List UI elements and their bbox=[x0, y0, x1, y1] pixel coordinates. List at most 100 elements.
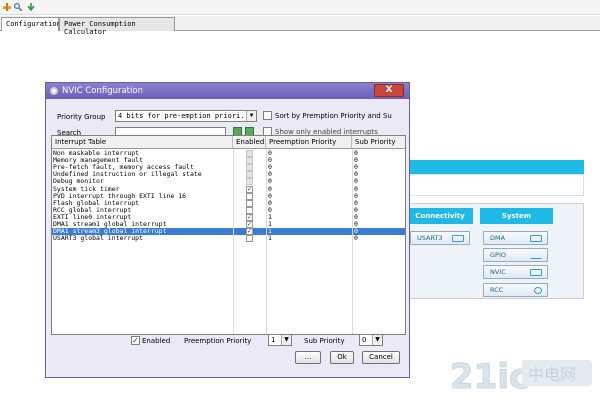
usart3-icon bbox=[452, 235, 464, 242]
interrupt-name: Non maskable interrupt bbox=[53, 150, 140, 157]
interrupt-name: Debug monitor bbox=[53, 178, 104, 186]
preemption-priority-value: 0 bbox=[268, 185, 272, 193]
watermark-logo: 21ic 中电网 bbox=[448, 352, 596, 398]
enabled-checkbox[interactable] bbox=[246, 235, 253, 243]
interrupt-name: Memory management fault bbox=[53, 157, 144, 165]
gpio-label: GPIO bbox=[490, 251, 506, 259]
column-divider bbox=[233, 149, 234, 334]
column-header-interrupt[interactable]: Interrupt Table bbox=[52, 136, 233, 149]
preemption-priority-value: 0 bbox=[268, 192, 272, 200]
sub-priority-value: 0 bbox=[354, 164, 358, 172]
sub-priority-value: 0 bbox=[354, 213, 358, 221]
preemption-priority-label: Preemption Priority bbox=[184, 337, 252, 345]
download-icon[interactable] bbox=[27, 3, 35, 12]
priority-group-select[interactable]: 4 bits for pre-emption priori... ▼ bbox=[115, 110, 257, 122]
sub-priority-value: 0 bbox=[354, 185, 358, 193]
search-icon[interactable] bbox=[13, 2, 23, 12]
chevron-down-icon: ▼ bbox=[246, 111, 256, 121]
enabled-checkbox[interactable]: ✓ bbox=[246, 228, 253, 236]
sub-priority-value: 0 bbox=[354, 150, 358, 157]
preemption-priority-value: 1 bbox=[268, 235, 272, 243]
interrupt-name: PVD interrupt through EXTI line 16 bbox=[53, 192, 187, 200]
cancel-button[interactable]: Cancel bbox=[362, 351, 400, 364]
sub-priority-value: 0 bbox=[354, 178, 358, 186]
chevron-down-icon: ▼ bbox=[281, 335, 291, 345]
sub-priority-value: 0 bbox=[354, 192, 358, 200]
priority-group-label: Priority Group bbox=[57, 113, 106, 121]
preemption-priority-value: 0 bbox=[268, 206, 272, 214]
nvic-label: NVIC bbox=[490, 268, 506, 276]
interrupt-name: DMA1 stream1 global interrupt bbox=[53, 221, 167, 228]
category-strip bbox=[402, 174, 584, 196]
interrupt-name: USART3 global interrupt bbox=[53, 235, 144, 243]
sort-checkbox[interactable] bbox=[263, 111, 272, 120]
column-header-sub-priority[interactable]: Sub Priority bbox=[352, 136, 405, 149]
svg-text:21ic: 21ic bbox=[450, 357, 529, 397]
gpio-button[interactable]: GPIO bbox=[483, 248, 548, 262]
tab-power-consumption[interactable]: Power Consumption Calculator bbox=[59, 17, 175, 36]
preemption-priority-value: 0 bbox=[268, 164, 272, 172]
tab-bar: Configuration Power Consumption Calculat… bbox=[0, 16, 600, 36]
nvic-icon bbox=[530, 269, 542, 276]
sub-priority-value: 0 bbox=[354, 221, 358, 228]
enabled-label: Enabled bbox=[142, 337, 171, 345]
enabled-checkbox[interactable]: ✓ bbox=[246, 185, 253, 193]
sub-priority-label: Sub Priority bbox=[304, 337, 345, 345]
tool-icon[interactable] bbox=[3, 3, 11, 11]
chevron-down-icon: ▼ bbox=[372, 335, 382, 345]
gpio-icon bbox=[530, 252, 542, 259]
sub-priority-value: 0 bbox=[354, 228, 358, 236]
enabled-checkbox bbox=[246, 164, 253, 172]
preemption-priority-value: 0 bbox=[268, 178, 272, 186]
interrupt-name: Undefined instruction or illegal state bbox=[53, 171, 202, 179]
enabled-checkbox bbox=[246, 171, 253, 179]
ok-button[interactable]: Ok bbox=[330, 351, 354, 364]
close-button[interactable]: X bbox=[374, 84, 404, 97]
tab-configuration[interactable]: Configuration bbox=[1, 17, 61, 31]
priority-group-value: 4 bits for pre-emption priori... bbox=[118, 112, 253, 120]
column-header-enabled[interactable]: Enabled bbox=[233, 136, 266, 149]
dialog-app-icon bbox=[50, 87, 58, 95]
preemption-priority-value: 0 bbox=[268, 171, 272, 179]
column-divider bbox=[266, 149, 267, 334]
sub-priority-select[interactable]: 0 ▼ bbox=[359, 334, 383, 346]
dma-button[interactable]: DMA bbox=[483, 231, 548, 245]
preemption-priority-select[interactable]: 1 ▼ bbox=[268, 334, 292, 346]
usart3-label: USART3 bbox=[417, 234, 443, 242]
sub-priority-value: 0 bbox=[354, 171, 358, 179]
preemption-priority-value: 1 bbox=[271, 336, 276, 344]
sub-priority-value: 0 bbox=[354, 157, 358, 165]
interrupt-name: Flash global interrupt bbox=[53, 199, 140, 207]
preemption-priority-value: 1 bbox=[268, 213, 272, 221]
sub-priority-value: 0 bbox=[362, 336, 367, 344]
nvic-button[interactable]: NVIC bbox=[483, 265, 548, 279]
nvic-configuration-dialog: NVIC Configuration X Priority Group 4 bi… bbox=[45, 82, 410, 378]
more-button[interactable]: ... bbox=[295, 351, 321, 364]
preemption-priority-value: 1 bbox=[268, 228, 272, 236]
sub-priority-value: 0 bbox=[354, 206, 358, 214]
svg-text:中电网: 中电网 bbox=[528, 365, 576, 384]
enabled-checkbox[interactable] bbox=[246, 192, 253, 200]
rcc-button[interactable]: RCC bbox=[483, 283, 548, 297]
rcc-icon bbox=[534, 287, 542, 294]
usart3-button[interactable]: USART3 bbox=[410, 231, 470, 245]
preemption-priority-value: 0 bbox=[268, 150, 272, 157]
interrupt-table: Interrupt Table Enabled Preemption Prior… bbox=[51, 135, 406, 335]
connectivity-header: Connectivity bbox=[407, 208, 473, 224]
interrupt-name: RCC global interrupt bbox=[53, 206, 132, 214]
category-header-bar bbox=[402, 160, 584, 174]
preemption-priority-value: 0 bbox=[268, 157, 272, 165]
sort-label: Sort by Premption Priority and Su bbox=[275, 112, 392, 120]
enabled-checkbox bbox=[246, 150, 253, 157]
top-toolbar bbox=[0, 0, 600, 15]
enabled-checkbox[interactable] bbox=[246, 199, 253, 207]
dialog-title: NVIC Configuration bbox=[46, 83, 409, 99]
preemption-priority-value: 1 bbox=[268, 221, 272, 228]
enabled-checkbox bbox=[246, 157, 253, 165]
interrupt-name: DMA1 stream3 global interrupt bbox=[53, 228, 167, 236]
column-divider bbox=[352, 149, 353, 334]
preemption-priority-value: 0 bbox=[268, 199, 272, 207]
enabled-checkbox[interactable]: ✓ bbox=[131, 336, 140, 345]
column-header-preemption[interactable]: Preemption Priority bbox=[266, 136, 352, 149]
dma-label: DMA bbox=[490, 234, 506, 242]
